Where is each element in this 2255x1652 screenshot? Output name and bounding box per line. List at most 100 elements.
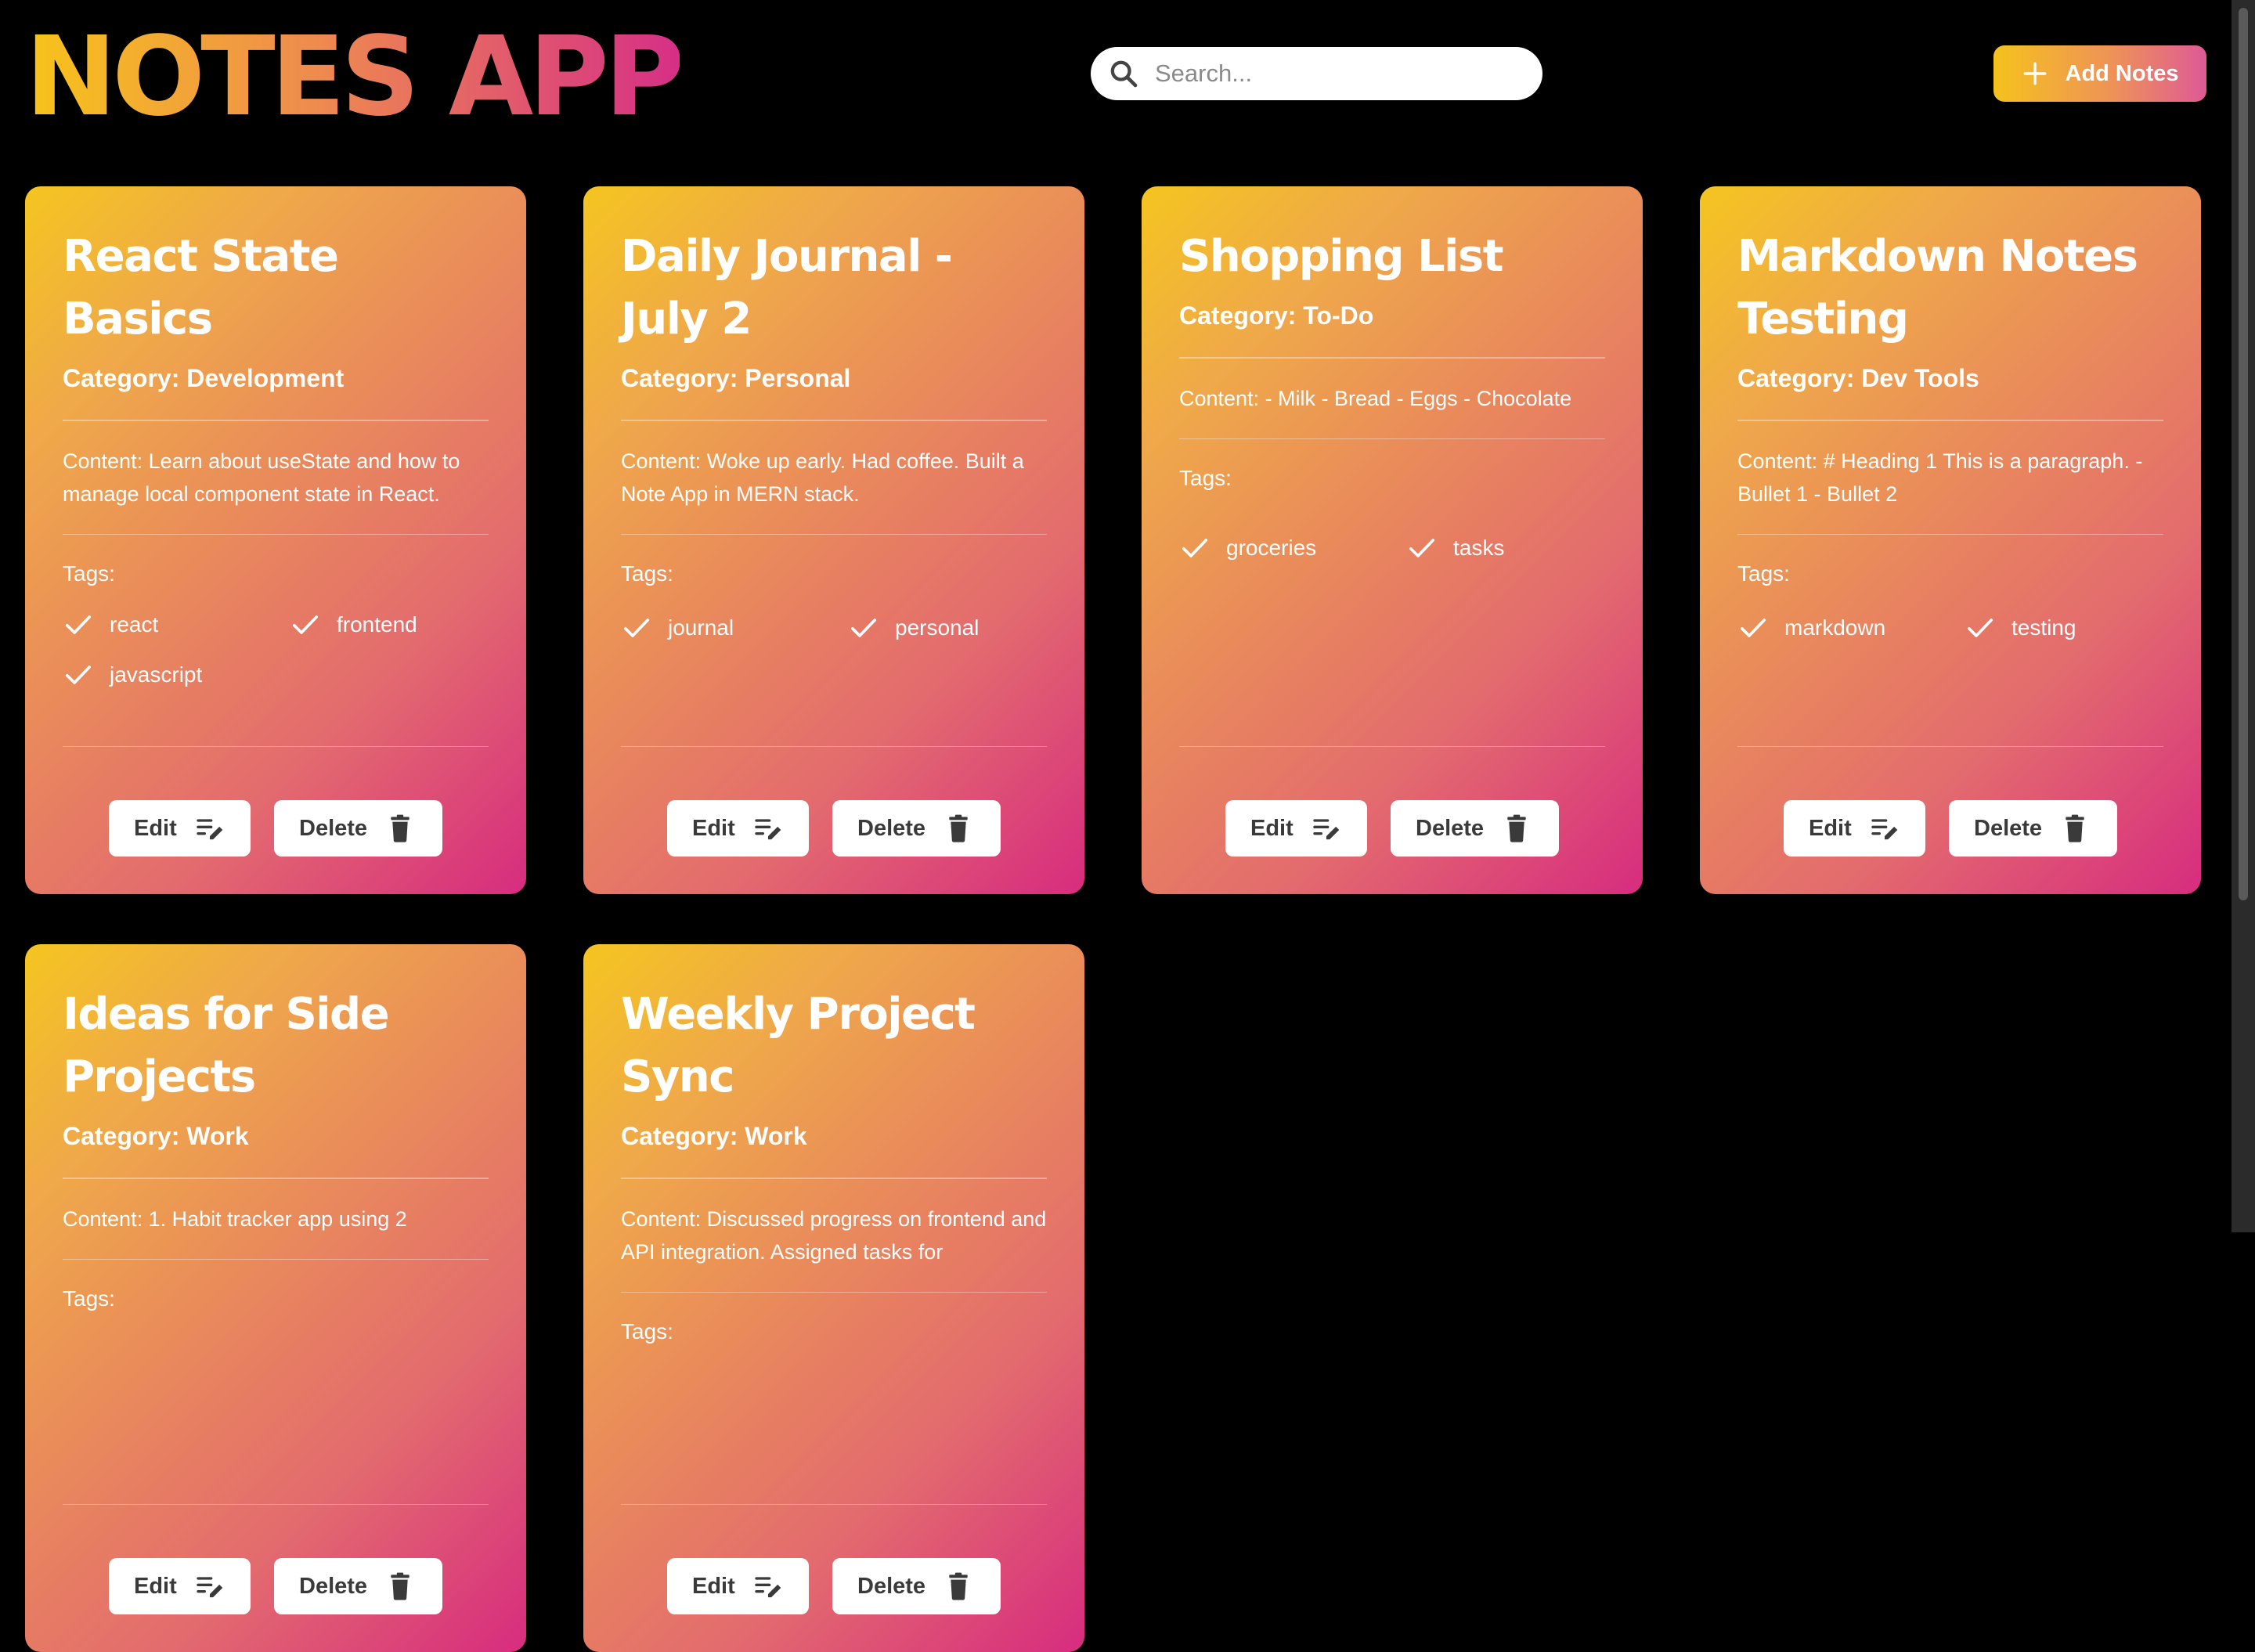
tags-label: Tags: (63, 1286, 115, 1311)
trash-icon (384, 1571, 416, 1602)
note-content: Content: - Milk - Bread - Eggs - Chocola… (1179, 386, 1572, 410)
search-input[interactable] (1153, 59, 1542, 88)
divider (621, 1503, 1047, 1505)
note-card: Daily Journal - July 2 Category: Persona… (583, 186, 1084, 894)
check-icon (63, 659, 94, 691)
divider (1737, 420, 2163, 421)
add-notes-label: Add Notes (2065, 60, 2179, 86)
delete-button[interactable]: Delete (274, 800, 442, 857)
tag-item: frontend (290, 608, 517, 641)
divider (1179, 745, 1605, 747)
edit-note-icon (752, 1571, 784, 1602)
note-title: Shopping List (1179, 231, 1503, 282)
note-title: Weekly Project Sync (621, 989, 976, 1102)
search-bar[interactable] (1091, 47, 1542, 100)
delete-button[interactable]: Delete (832, 1558, 1001, 1614)
trash-icon (1501, 813, 1532, 844)
tag-list: journal personal (621, 611, 1047, 644)
divider (63, 1178, 489, 1179)
tag-label: journal (668, 615, 734, 640)
note-category: Category: Work (63, 1122, 249, 1150)
tag-list: markdown testing (1737, 611, 2163, 644)
trash-icon (384, 813, 416, 844)
search-icon (1108, 58, 1139, 89)
tag-label: react (110, 612, 159, 637)
delete-button[interactable]: Delete (274, 1558, 442, 1614)
delete-label: Delete (299, 815, 368, 841)
edit-button[interactable]: Edit (1784, 800, 1925, 857)
tag-list: react frontend javascript (63, 608, 489, 691)
tag-label: markdown (1784, 615, 1886, 640)
trash-icon (2059, 813, 2091, 844)
delete-label: Delete (1974, 815, 2043, 841)
scrollbar-thumb[interactable] (2239, 8, 2248, 900)
note-card: Ideas for Side Projects Category: Work C… (25, 944, 526, 1652)
divider (621, 745, 1047, 747)
edit-note-icon (752, 813, 784, 844)
edit-label: Edit (134, 1573, 177, 1599)
note-card: Shopping List Category: To-Do Content: -… (1142, 186, 1643, 894)
delete-button[interactable]: Delete (832, 800, 1001, 857)
note-card: React State Basics Category: Development… (25, 186, 526, 894)
tags-label: Tags: (63, 561, 115, 586)
note-category: Category: Work (621, 1122, 807, 1150)
note-content: Content: Woke up early. Had coffee. Buil… (621, 449, 1024, 506)
tag-item: groceries (1179, 532, 1406, 564)
note-actions: Edit Delete (1142, 800, 1643, 857)
note-actions: Edit Delete (583, 800, 1084, 857)
note-actions: Edit Delete (583, 1558, 1084, 1614)
note-actions: Edit Delete (1700, 800, 2201, 857)
tags-label: Tags: (1737, 561, 1790, 586)
edit-label: Edit (1250, 815, 1293, 841)
note-actions: Edit Delete (25, 1558, 526, 1614)
tags-label: Tags: (621, 561, 673, 586)
delete-button[interactable]: Delete (1949, 800, 2117, 857)
edit-label: Edit (692, 1573, 735, 1599)
tag-label: personal (895, 615, 980, 640)
check-icon (848, 612, 879, 644)
divider (621, 1291, 1047, 1293)
tag-item: react (63, 608, 290, 641)
note-title: React State Basics (63, 231, 339, 344)
tag-item: javascript (63, 658, 290, 691)
divider (63, 420, 489, 421)
tag-item: testing (1965, 611, 2192, 644)
check-icon (1737, 612, 1769, 644)
edit-button[interactable]: Edit (1225, 800, 1367, 857)
divider (621, 1178, 1047, 1179)
delete-label: Delete (857, 815, 926, 841)
note-content: Content: Discussed progress on frontend … (621, 1207, 1047, 1264)
edit-label: Edit (1809, 815, 1852, 841)
divider (63, 1258, 489, 1260)
delete-button[interactable]: Delete (1391, 800, 1559, 857)
notes-grid: React State Basics Category: Development… (25, 186, 2201, 1652)
scrollbar[interactable] (2232, 0, 2255, 1232)
tag-item: markdown (1737, 611, 1965, 644)
note-content: Content: # Heading 1 This is a paragraph… (1737, 449, 2143, 506)
note-category: Category: Dev Tools (1737, 364, 1979, 392)
divider (63, 745, 489, 747)
edit-button[interactable]: Edit (109, 800, 251, 857)
note-card: Weekly Project Sync Category: Work Conte… (583, 944, 1084, 1652)
tag-item: personal (848, 611, 1075, 644)
add-notes-button[interactable]: Add Notes (1993, 45, 2206, 102)
check-icon (1965, 612, 1996, 644)
note-title: Daily Journal - July 2 (621, 231, 953, 344)
app-title: NOTES APP (25, 11, 684, 144)
check-icon (1406, 532, 1438, 564)
delete-label: Delete (1416, 815, 1485, 841)
edit-button[interactable]: Edit (109, 1558, 251, 1614)
note-content: Content: Learn about useState and how to… (63, 449, 460, 506)
tag-label: javascript (110, 662, 203, 687)
edit-note-icon (194, 1571, 226, 1602)
edit-button[interactable]: Edit (667, 1558, 809, 1614)
divider (1179, 357, 1605, 359)
edit-label: Edit (692, 815, 735, 841)
divider (63, 1503, 489, 1505)
edit-label: Edit (134, 815, 177, 841)
divider (1737, 745, 2163, 747)
edit-note-icon (194, 813, 226, 844)
edit-button[interactable]: Edit (667, 800, 809, 857)
note-actions: Edit Delete (25, 800, 526, 857)
note-content: Content: 1. Habit tracker app using 2 (63, 1207, 407, 1231)
